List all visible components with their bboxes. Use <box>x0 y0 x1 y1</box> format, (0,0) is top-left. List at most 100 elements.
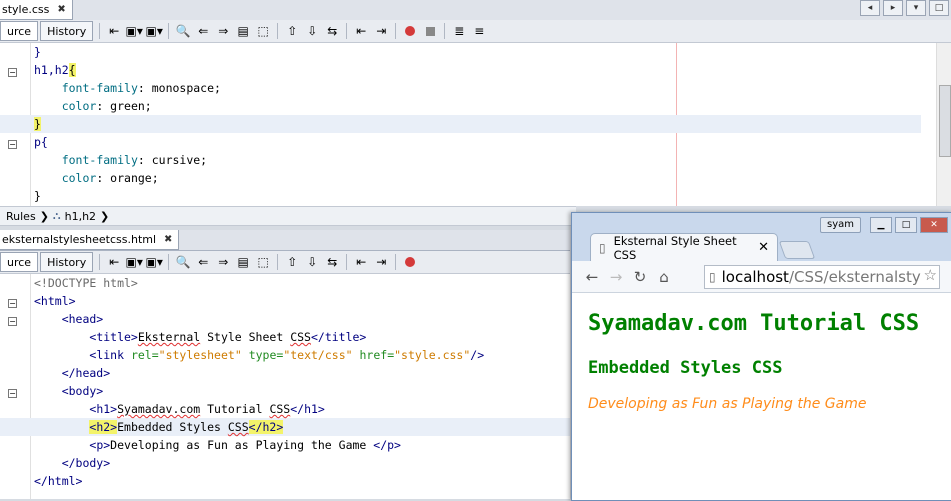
find-icon[interactable]: 🔍 <box>175 23 191 39</box>
scroll-left-icon[interactable]: ◂ <box>860 0 880 16</box>
h1-text: CSS <box>269 402 291 416</box>
bookmark-star-icon[interactable]: ☆ <box>924 266 937 284</box>
forward-dropdown-icon[interactable]: ▣▾ <box>126 254 143 270</box>
reload-icon[interactable]: ↻ <box>630 267 650 287</box>
prev-bookmark-icon[interactable]: ⇧ <box>284 23 300 39</box>
tab-close-icon[interactable]: ✕ <box>758 240 769 255</box>
code-line: p{ <box>34 133 921 151</box>
rule-icon: ⛬ <box>52 209 61 222</box>
maximize-icon[interactable]: □ <box>895 217 917 233</box>
brace-match: { <box>68 63 76 77</box>
record-macro-icon[interactable] <box>402 23 418 39</box>
html-code: <!DOCTYPE html> <html> <head> <title>Eks… <box>0 274 570 490</box>
prev-bookmark-icon[interactable]: ⇧ <box>284 254 300 270</box>
minimize-icon[interactable]: ▁ <box>870 217 892 233</box>
vertical-scrollbar[interactable] <box>936 43 951 206</box>
forward-arrow-icon[interactable]: → <box>606 267 626 287</box>
fold-icon[interactable]: − <box>8 317 17 326</box>
scroll-thumb[interactable] <box>939 85 951 157</box>
html-editor[interactable]: − − − <!DOCTYPE html> <html> <head> <tit… <box>0 274 570 499</box>
find-next-icon[interactable]: ⇒ <box>215 23 231 39</box>
url-host: localhost <box>721 268 789 286</box>
toggle-bookmark-icon[interactable]: ⇆ <box>324 23 340 39</box>
fold-icon[interactable]: − <box>8 389 17 398</box>
code-line: </html> <box>34 474 83 488</box>
editor-window-controls: ◂ ▸ ▾ □ <box>860 0 949 16</box>
select-icon[interactable]: ⬚ <box>255 23 271 39</box>
stop-macro-icon[interactable] <box>422 23 438 39</box>
source-button[interactable]: urce <box>0 21 39 41</box>
toggle-bookmark-icon[interactable]: ⇆ <box>324 254 340 270</box>
toolbar-separator <box>168 23 170 39</box>
forward-dropdown-icon[interactable]: ▣▾ <box>126 23 143 39</box>
forward-history-icon[interactable]: ▣▾ <box>146 254 163 270</box>
tab-close-icon[interactable]: ✖ <box>57 4 65 15</box>
toolbar-separator <box>277 23 279 39</box>
tab-style-css[interactable]: style.css ✖ <box>0 0 73 20</box>
comment-icon[interactable]: ≣ <box>451 23 467 39</box>
property-text: color <box>61 171 97 185</box>
shift-left-icon[interactable]: ⇤ <box>353 254 369 270</box>
record-macro-icon[interactable] <box>402 254 418 270</box>
breadcrumb-item-rules[interactable]: Rules <box>6 210 36 223</box>
tab-html-file[interactable]: eksternalstylesheetcss.html ✖ <box>0 230 180 250</box>
source-button[interactable]: urce <box>0 252 39 272</box>
maximize-icon[interactable]: □ <box>929 0 949 16</box>
address-bar[interactable]: ▯ localhost/CSS/eksternalsty ☆ <box>704 265 940 289</box>
back-arrow-icon[interactable]: ← <box>582 267 602 287</box>
title-text: CSS <box>290 330 311 344</box>
back-history-icon[interactable]: ⇤ <box>106 23 122 39</box>
close-icon[interactable]: ✕ <box>920 217 948 233</box>
code-line: </body> <box>34 456 111 470</box>
find-previous-icon[interactable]: ⇐ <box>195 23 211 39</box>
back-history-icon[interactable]: ⇤ <box>106 254 122 270</box>
string-text: "text/css" <box>283 348 353 362</box>
attr-text: href= <box>359 348 395 362</box>
find-next-icon[interactable]: ⇒ <box>215 254 231 270</box>
code-line: } <box>34 189 41 203</box>
dropdown-icon[interactable]: ▾ <box>906 0 926 16</box>
code-line-current: } <box>0 115 921 133</box>
breadcrumb-item-h1h2[interactable]: h1,h2 <box>65 210 96 223</box>
tab-label: eksternalstylesheetcss.html <box>2 233 157 246</box>
fold-icon[interactable]: − <box>8 140 17 149</box>
new-tab-button[interactable] <box>778 241 816 259</box>
browser-tab[interactable]: ▯ Eksternal Style Sheet CSS ✕ <box>590 233 778 262</box>
css-code: } h1,h2{ font-family: monospace; color: … <box>0 43 921 205</box>
property-text: font-family <box>61 81 138 95</box>
tab-close-icon[interactable]: ✖ <box>164 234 172 245</box>
tab-label: style.css <box>2 3 50 16</box>
home-icon[interactable]: ⌂ <box>654 267 674 287</box>
line-gutter: − − − <box>0 274 31 499</box>
fold-icon[interactable]: − <box>8 299 17 308</box>
breadcrumb: Rules ❯ ⛬ h1,h2 ❯ <box>0 206 576 226</box>
find-icon[interactable]: 🔍 <box>175 254 191 270</box>
forward-history-icon[interactable]: ▣▾ <box>146 23 163 39</box>
next-bookmark-icon[interactable]: ⇩ <box>304 254 320 270</box>
toggle-highlight-icon[interactable]: ▤ <box>235 23 251 39</box>
toggle-highlight-icon[interactable]: ▤ <box>235 254 251 270</box>
code-line: <!DOCTYPE html> <box>34 276 138 290</box>
shift-right-icon[interactable]: ⇥ <box>373 254 389 270</box>
history-button[interactable]: History <box>40 252 94 272</box>
code-line: <title>Eksternal Style Sheet CSS</title> <box>89 330 367 344</box>
tag-match: </h2> <box>248 420 284 434</box>
history-button[interactable]: History <box>40 21 94 41</box>
brace-match: } <box>34 117 41 131</box>
scroll-right-icon[interactable]: ▸ <box>883 0 903 16</box>
h1-text: Syamadav.com <box>117 402 201 416</box>
property-text: font-family <box>61 153 138 167</box>
shift-left-icon[interactable]: ⇤ <box>353 23 369 39</box>
css-editor[interactable]: − − } h1,h2{ font-family: monospace; col… <box>0 43 951 206</box>
fold-icon[interactable]: − <box>8 68 17 77</box>
page-info-icon: ▯ <box>709 270 716 284</box>
select-icon[interactable]: ⬚ <box>255 254 271 270</box>
find-previous-icon[interactable]: ⇐ <box>195 254 211 270</box>
next-bookmark-icon[interactable]: ⇩ <box>304 23 320 39</box>
shift-right-icon[interactable]: ⇥ <box>373 23 389 39</box>
tag-text: </p> <box>373 438 401 452</box>
uncomment-icon[interactable]: ≡ <box>471 23 487 39</box>
tag-text: </title> <box>310 330 367 344</box>
user-badge[interactable]: syam <box>820 217 861 233</box>
selector-text: h1,h2 <box>34 63 69 77</box>
